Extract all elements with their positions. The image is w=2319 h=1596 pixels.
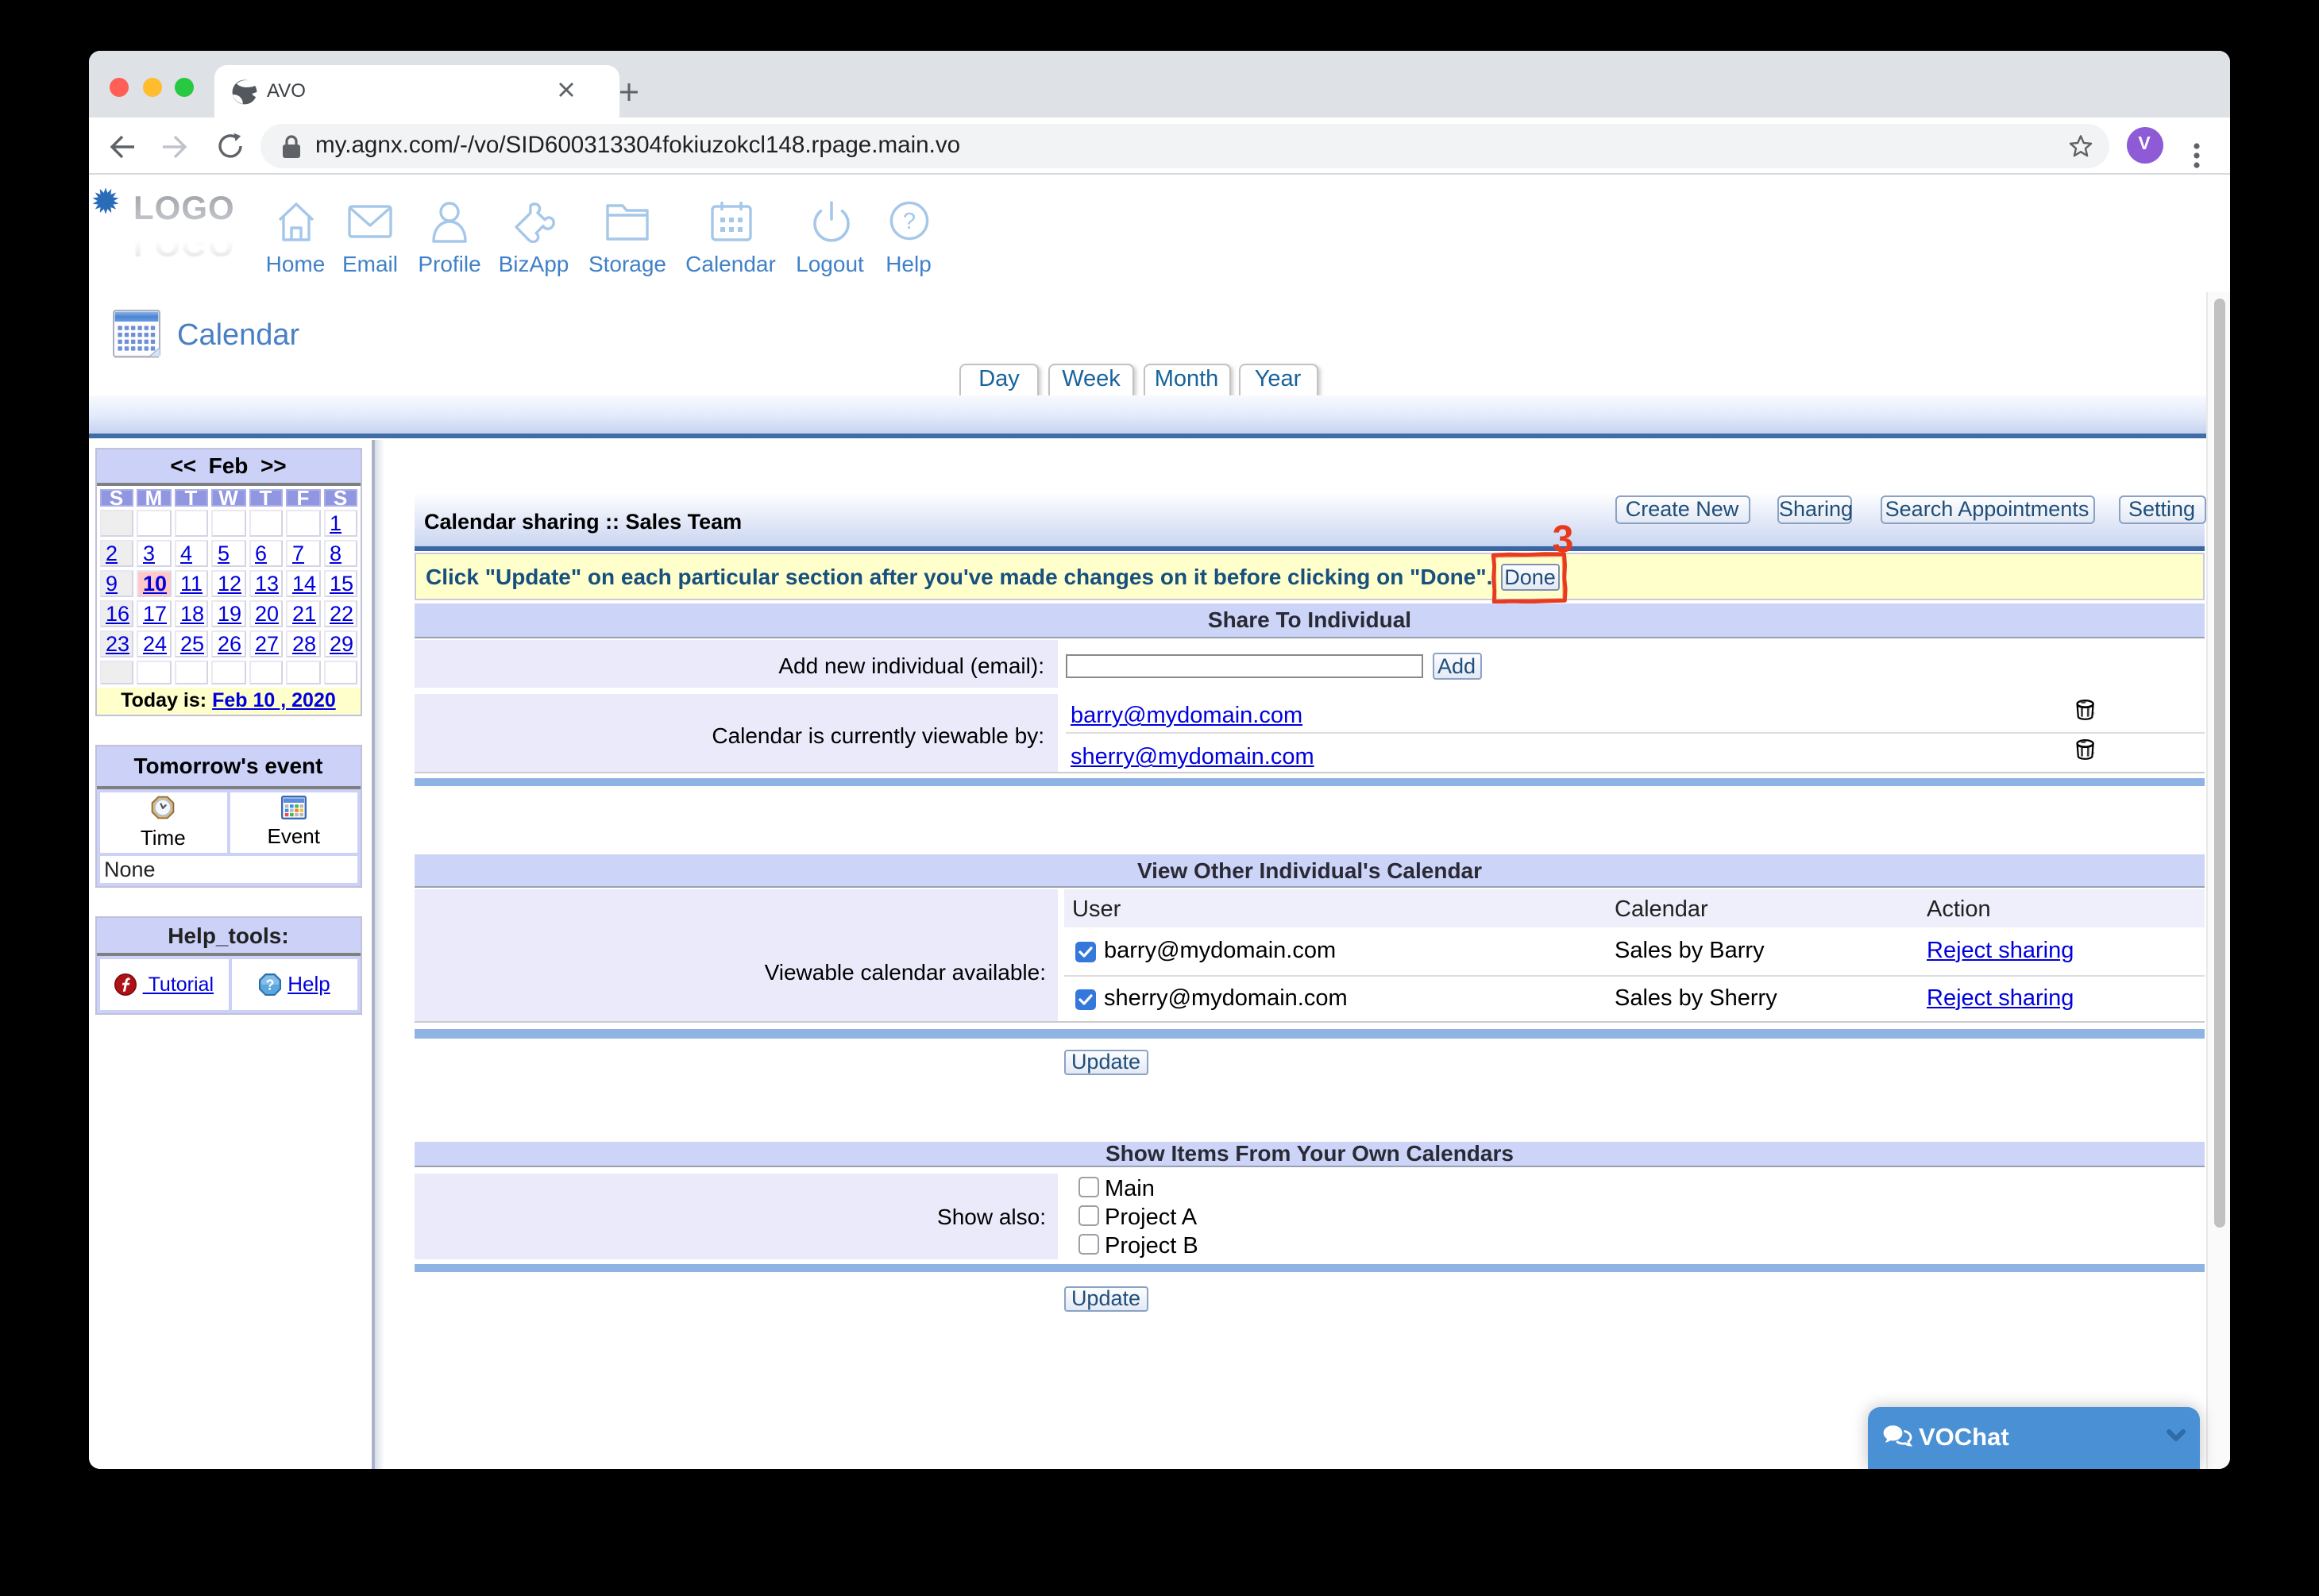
svg-text:?: ? <box>266 977 275 993</box>
svg-text:3: 3 <box>1553 519 1574 561</box>
svg-text:?: ? <box>903 209 916 234</box>
